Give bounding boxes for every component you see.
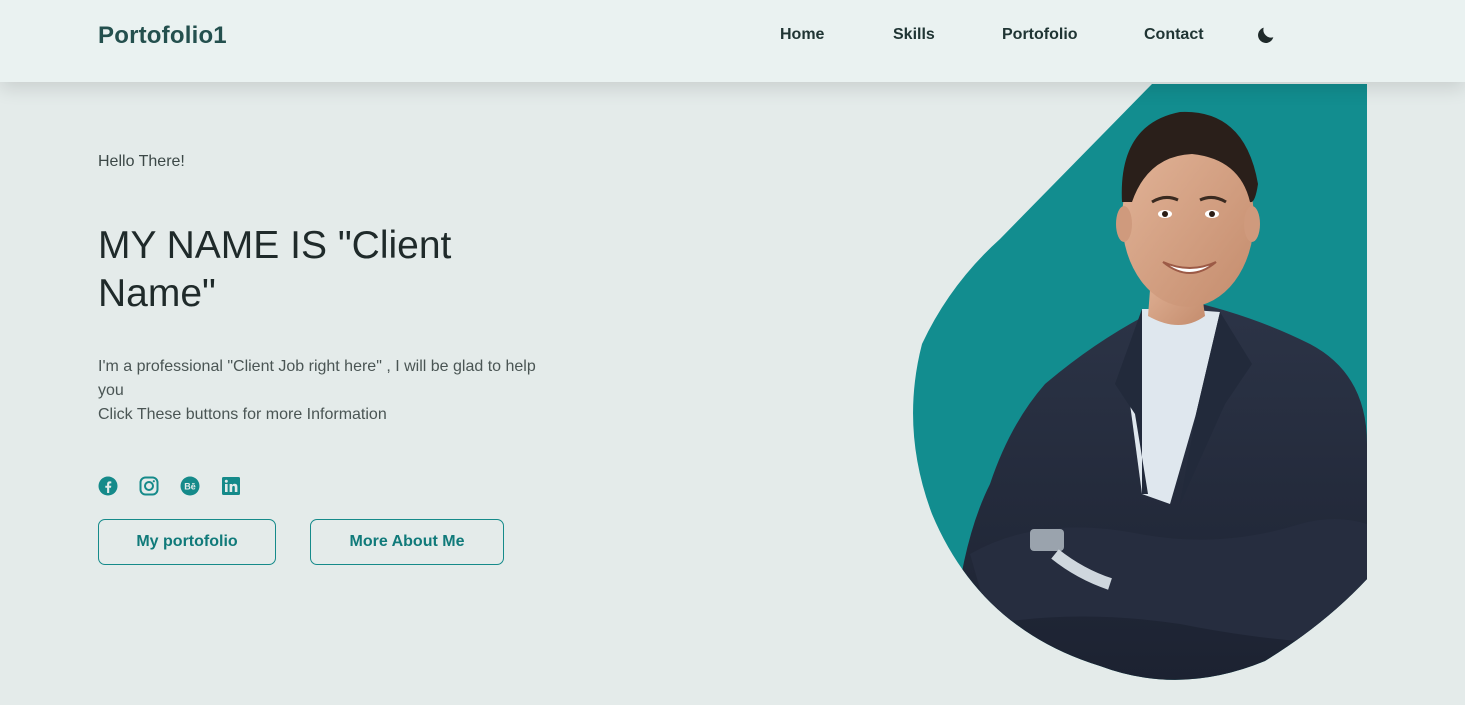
hero-description-line2: Click These buttons for more Information	[98, 406, 387, 423]
moon-icon[interactable]	[1255, 24, 1277, 46]
my-portfolio-button[interactable]: My portofolio	[98, 519, 276, 565]
hero-description-line1: I'm a professional "Client Job right her…	[98, 358, 536, 399]
top-header: Portofolio1 Home Skills Portofolio Conta…	[0, 0, 1465, 82]
linkedin-icon[interactable]	[221, 476, 241, 496]
hero-description: I'm a professional "Client Job right her…	[98, 355, 543, 427]
behance-icon[interactable]: Bē	[180, 476, 200, 496]
nav-skills[interactable]: Skills	[893, 26, 935, 44]
instagram-icon[interactable]	[139, 476, 159, 496]
hero-greeting: Hello There!	[98, 153, 185, 170]
site-logo[interactable]: Portofolio1	[98, 22, 227, 50]
nav-home[interactable]: Home	[780, 26, 824, 44]
svg-text:Bē: Bē	[184, 482, 196, 492]
nav-contact[interactable]: Contact	[1144, 26, 1204, 44]
nav-portofolio[interactable]: Portofolio	[1002, 26, 1078, 44]
hero-title: MY NAME IS "Client Name"	[98, 224, 452, 315]
facebook-icon[interactable]	[98, 476, 118, 496]
more-about-me-button[interactable]: More About Me	[310, 519, 504, 565]
profile-photo	[880, 84, 1367, 684]
